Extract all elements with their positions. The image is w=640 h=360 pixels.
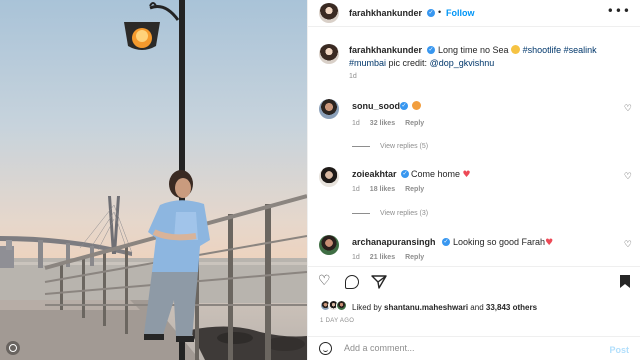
more-horizontal-icon[interactable]: ••• bbox=[607, 4, 631, 18]
comment-like-heart-icon[interactable]: ♡ bbox=[624, 104, 632, 114]
comment-likes[interactable]: 18 likes bbox=[370, 186, 395, 193]
caption-time: 1d bbox=[349, 73, 357, 80]
hashtag-mumbai[interactable]: #mumbai bbox=[349, 58, 386, 68]
comment-meta: 1d 32 likes Reply bbox=[352, 120, 424, 127]
liked-by-user[interactable]: shantanu.maheshwari bbox=[384, 303, 468, 312]
reply-button[interactable]: Reply bbox=[405, 120, 424, 127]
share-icon[interactable] bbox=[371, 274, 387, 295]
photo-scene bbox=[0, 0, 307, 360]
post-header: farahkhankunder ✓ • Follow ••• bbox=[308, 0, 640, 27]
comment-like-heart-icon[interactable]: ♡ bbox=[624, 240, 632, 250]
commenter-username[interactable]: archanapuransingh bbox=[352, 237, 436, 247]
credit-handle-link[interactable]: @dop_gkvishnu bbox=[430, 58, 495, 68]
user-tag-icon[interactable] bbox=[9, 344, 17, 352]
comment-text-line: Come home ♥ bbox=[411, 169, 471, 180]
comment-icon[interactable] bbox=[345, 275, 359, 289]
comment-text-line: Looking so good Farah♥ bbox=[453, 237, 553, 248]
commenter-avatar[interactable] bbox=[319, 167, 339, 187]
reply-button[interactable]: Reply bbox=[405, 254, 424, 261]
header-separator: • bbox=[438, 7, 442, 17]
post-photo[interactable] bbox=[0, 0, 307, 360]
commenter-avatar[interactable] bbox=[319, 235, 339, 255]
emoji-picker-icon[interactable] bbox=[319, 342, 332, 355]
caption-hashtags[interactable]: #shootlife #sealink bbox=[523, 45, 597, 55]
credit-prefix: pic credit: bbox=[388, 58, 428, 68]
comment-time: 1d bbox=[352, 186, 360, 193]
comment-meta: 1d 18 likes Reply bbox=[352, 186, 424, 193]
follow-button[interactable]: Follow bbox=[446, 8, 475, 18]
comment-text: Come home bbox=[411, 169, 461, 179]
verified-badge-icon: ✓ bbox=[400, 102, 408, 110]
liker-avatar bbox=[336, 300, 347, 311]
red-heart-emoji: ♥ bbox=[545, 238, 554, 248]
caption-text: Long time no Sea bbox=[438, 45, 509, 55]
liked-by-others[interactable]: 33,843 others bbox=[486, 303, 537, 312]
comment-time: 1d bbox=[352, 120, 360, 127]
comment-text: Looking so good Farah bbox=[453, 237, 546, 247]
liked-by-prefix: Liked by bbox=[352, 303, 382, 312]
caption-avatar[interactable] bbox=[319, 44, 339, 64]
comment-meta: 1d 21 likes Reply bbox=[352, 254, 424, 261]
liked-by-and: and bbox=[470, 303, 484, 312]
view-replies-button[interactable]: View replies (3) bbox=[352, 210, 428, 217]
add-comment-bar: Post bbox=[308, 336, 640, 360]
action-bar: ♡ bbox=[308, 266, 640, 296]
liked-by-text: Liked by shantanu.maheshwari and 33,843 … bbox=[352, 303, 537, 312]
view-replies-button[interactable]: View replies (5) bbox=[352, 143, 428, 150]
heart-icon[interactable]: ♡ bbox=[318, 273, 331, 289]
red-heart-emoji: ♥ bbox=[462, 170, 471, 180]
comment-likes[interactable]: 32 likes bbox=[370, 120, 395, 127]
verified-badge-icon: ✓ bbox=[401, 170, 409, 178]
caption-username[interactable]: farahkhankunder bbox=[349, 45, 422, 55]
verified-badge-icon: ✓ bbox=[427, 9, 435, 17]
post-comment-button[interactable]: Post bbox=[609, 345, 629, 355]
commenter-username[interactable]: sonu_sood bbox=[352, 101, 400, 111]
comment-like-heart-icon[interactable]: ♡ bbox=[624, 172, 632, 182]
author-username[interactable]: farahkhankunder bbox=[349, 8, 422, 18]
verified-badge-icon: ✓ bbox=[427, 46, 435, 54]
author-avatar[interactable] bbox=[319, 3, 339, 23]
heart-eyes-emoji bbox=[412, 101, 421, 110]
caption-line1: Long time no Sea #shootlife #sealink bbox=[438, 45, 597, 55]
reply-button[interactable]: Reply bbox=[405, 186, 424, 193]
grinning-face-emoji bbox=[511, 45, 521, 54]
post-time-ago[interactable]: 1 DAY AGO bbox=[320, 318, 354, 324]
bookmark-icon[interactable] bbox=[619, 274, 631, 294]
comment-input[interactable] bbox=[344, 343, 584, 353]
verified-badge-icon: ✓ bbox=[442, 238, 450, 246]
commenter-username[interactable]: zoieakhtar bbox=[352, 169, 397, 179]
comment-time: 1d bbox=[352, 254, 360, 261]
comment-likes[interactable]: 21 likes bbox=[370, 254, 395, 261]
caption-line2: #mumbai pic credit: @dop_gkvishnu bbox=[349, 58, 494, 68]
post-details-panel: farahkhankunder ✓ • Follow ••• farahkhan… bbox=[307, 0, 640, 360]
commenter-avatar[interactable] bbox=[319, 99, 339, 119]
